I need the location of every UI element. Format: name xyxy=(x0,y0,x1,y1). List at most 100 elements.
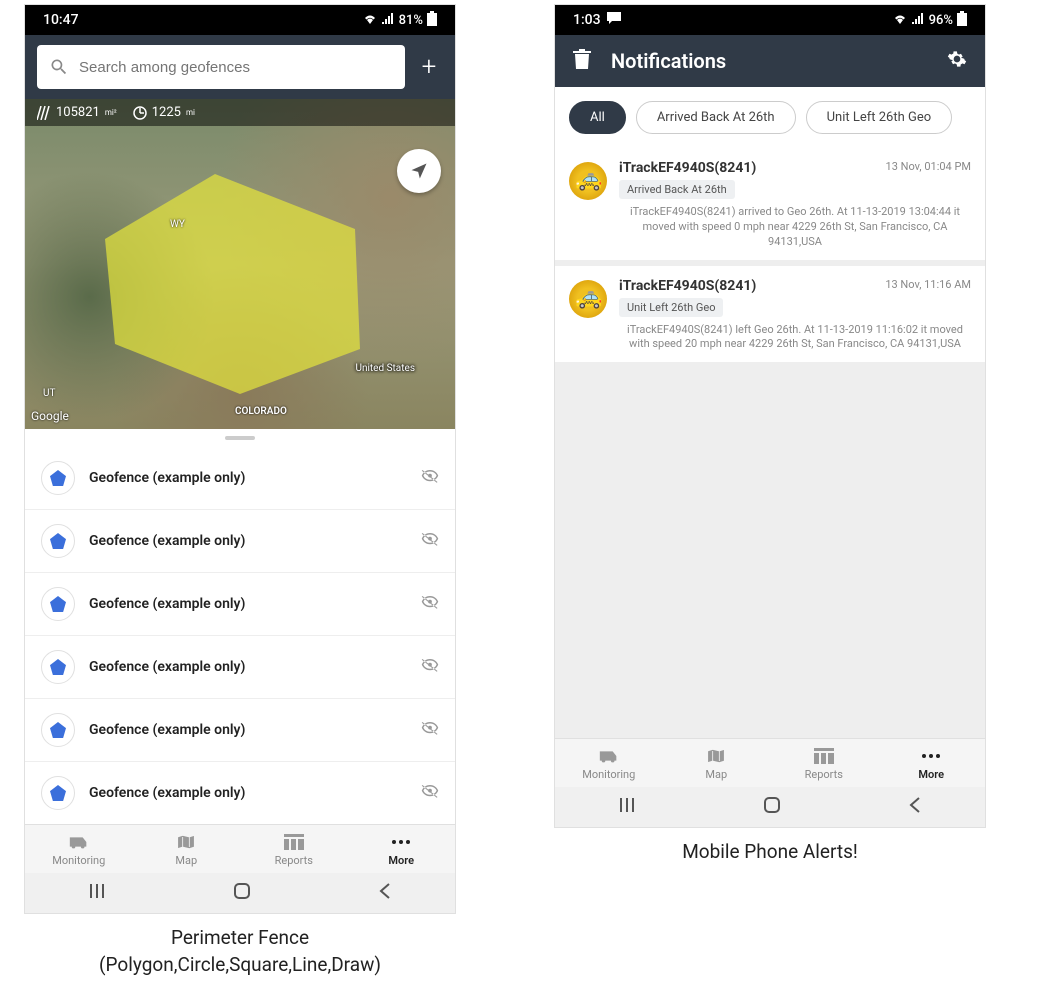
back-button[interactable] xyxy=(908,796,922,818)
status-bar: 10:47 81% xyxy=(25,5,455,35)
nav-reports[interactable]: Reports xyxy=(240,825,348,873)
notif-time: 13 Nov, 01:04 PM xyxy=(886,160,971,173)
geofence-label: Geofence (example only) xyxy=(89,533,407,549)
recents-button[interactable] xyxy=(618,796,636,818)
search-header: + xyxy=(25,35,455,99)
battery-text: 96% xyxy=(929,13,953,28)
chip-arrived[interactable]: Arrived Back At 26th xyxy=(636,101,796,134)
perimeter-stat: 1225 mi xyxy=(133,105,195,120)
geofence-label: Geofence (example only) xyxy=(89,470,407,486)
geofence-list: Geofence (example only) Geofence (exampl… xyxy=(25,447,455,824)
geofence-item[interactable]: Geofence (example only) xyxy=(25,699,455,762)
wifi-icon xyxy=(363,13,377,28)
nav-map[interactable]: Map xyxy=(663,739,771,787)
geofence-label: Geofence (example only) xyxy=(89,659,407,675)
visibility-off-icon[interactable] xyxy=(421,656,439,678)
van-icon xyxy=(598,747,620,765)
battery-icon xyxy=(957,11,967,30)
notification-item[interactable]: iTrackEF4940S(8241) 13 Nov, 11:16 AM Uni… xyxy=(555,266,985,363)
system-nav xyxy=(555,787,985,827)
geofence-item[interactable]: Geofence (example only) xyxy=(25,762,455,824)
delete-button[interactable] xyxy=(573,49,591,73)
home-button[interactable] xyxy=(233,882,251,904)
map-view[interactable]: 105821 mi² 1225 mi WY UT COLORADO United… xyxy=(25,99,455,429)
status-time: 10:47 xyxy=(43,12,79,28)
google-attribution: Google xyxy=(31,409,69,423)
nav-monitoring[interactable]: Monitoring xyxy=(25,825,133,873)
geofence-label: Geofence (example only) xyxy=(89,785,407,801)
battery-text: 81% xyxy=(399,13,423,28)
visibility-off-icon[interactable] xyxy=(421,593,439,615)
empty-area xyxy=(555,368,985,738)
more-icon xyxy=(391,833,411,851)
locate-me-button[interactable] xyxy=(397,149,441,193)
drag-handle[interactable] xyxy=(25,429,455,447)
notification-list: iTrackEF4940S(8241) 13 Nov, 01:04 PM Arr… xyxy=(555,148,985,738)
visibility-off-icon[interactable] xyxy=(421,719,439,741)
visibility-off-icon[interactable] xyxy=(421,530,439,552)
add-geofence-button[interactable]: + xyxy=(415,52,443,82)
wifi-icon xyxy=(893,13,907,28)
signal-icon xyxy=(381,13,395,28)
status-time: 1:03 xyxy=(573,12,601,28)
search-input[interactable] xyxy=(79,59,393,76)
caption-phone1: Perimeter Fence (Polygon,Circle,Square,L… xyxy=(99,925,381,978)
bottom-nav: Monitoring Map Reports More xyxy=(555,738,985,787)
search-icon xyxy=(49,57,69,77)
nav-monitoring[interactable]: Monitoring xyxy=(555,739,663,787)
geofence-polygon[interactable] xyxy=(95,169,375,399)
map-label-ut: UT xyxy=(43,388,55,399)
map-label-wy: WY xyxy=(170,219,185,230)
more-icon xyxy=(921,747,941,765)
map-icon xyxy=(176,833,196,851)
nav-map[interactable]: Map xyxy=(133,825,241,873)
notif-description: iTrackEF4940S(8241) arrived to Geo 26th.… xyxy=(619,205,971,250)
search-box[interactable] xyxy=(37,45,405,89)
nav-more[interactable]: More xyxy=(348,825,456,873)
polygon-icon xyxy=(41,524,75,558)
car-icon xyxy=(569,280,607,318)
nav-more[interactable]: More xyxy=(878,739,986,787)
event-badge: Unit Left 26th Geo xyxy=(619,298,723,317)
recents-button[interactable] xyxy=(88,882,106,904)
settings-button[interactable] xyxy=(947,49,967,73)
notif-time: 13 Nov, 11:16 AM xyxy=(885,278,971,291)
status-bar: 1:03 96% xyxy=(555,5,985,35)
polygon-icon xyxy=(41,650,75,684)
home-button[interactable] xyxy=(763,796,781,818)
caption-phone2: Mobile Phone Alerts! xyxy=(682,839,858,866)
polygon-icon xyxy=(41,713,75,747)
geofence-item[interactable]: Geofence (example only) xyxy=(25,573,455,636)
polygon-icon xyxy=(41,776,75,810)
chip-all[interactable]: All xyxy=(569,101,626,134)
location-arrow-icon xyxy=(409,161,429,181)
table-icon xyxy=(284,833,304,851)
notifications-header: Notifications xyxy=(555,35,985,87)
car-icon xyxy=(569,162,607,200)
van-icon xyxy=(68,833,90,851)
back-button[interactable] xyxy=(378,882,392,904)
geofence-label: Geofence (example only) xyxy=(89,722,407,738)
polygon-icon xyxy=(41,587,75,621)
event-badge: Arrived Back At 26th xyxy=(619,180,735,199)
notif-description: iTrackEF4940S(8241) left Geo 26th. At 11… xyxy=(619,323,971,353)
visibility-off-icon[interactable] xyxy=(421,467,439,489)
geofence-item[interactable]: Geofence (example only) xyxy=(25,447,455,510)
map-stats: 105821 mi² 1225 mi xyxy=(25,99,455,126)
map-label-us: United States xyxy=(355,363,415,374)
system-nav xyxy=(25,873,455,913)
device-name: iTrackEF4940S(8241) xyxy=(619,160,756,176)
nav-reports[interactable]: Reports xyxy=(770,739,878,787)
phone-notifications: 1:03 96% Notifications All Arrived Back … xyxy=(555,5,985,827)
polygon-icon xyxy=(41,461,75,495)
geofence-item[interactable]: Geofence (example only) xyxy=(25,636,455,699)
chip-left[interactable]: Unit Left 26th Geo xyxy=(806,101,953,134)
page-title: Notifications xyxy=(611,49,927,73)
geofence-item[interactable]: Geofence (example only) xyxy=(25,510,455,573)
notification-item[interactable]: iTrackEF4940S(8241) 13 Nov, 01:04 PM Arr… xyxy=(555,148,985,260)
battery-icon xyxy=(427,11,437,30)
phone-geofences: 10:47 81% + xyxy=(25,5,455,913)
filter-chips: All Arrived Back At 26th Unit Left 26th … xyxy=(555,87,985,148)
geofence-label: Geofence (example only) xyxy=(89,596,407,612)
visibility-off-icon[interactable] xyxy=(421,782,439,804)
